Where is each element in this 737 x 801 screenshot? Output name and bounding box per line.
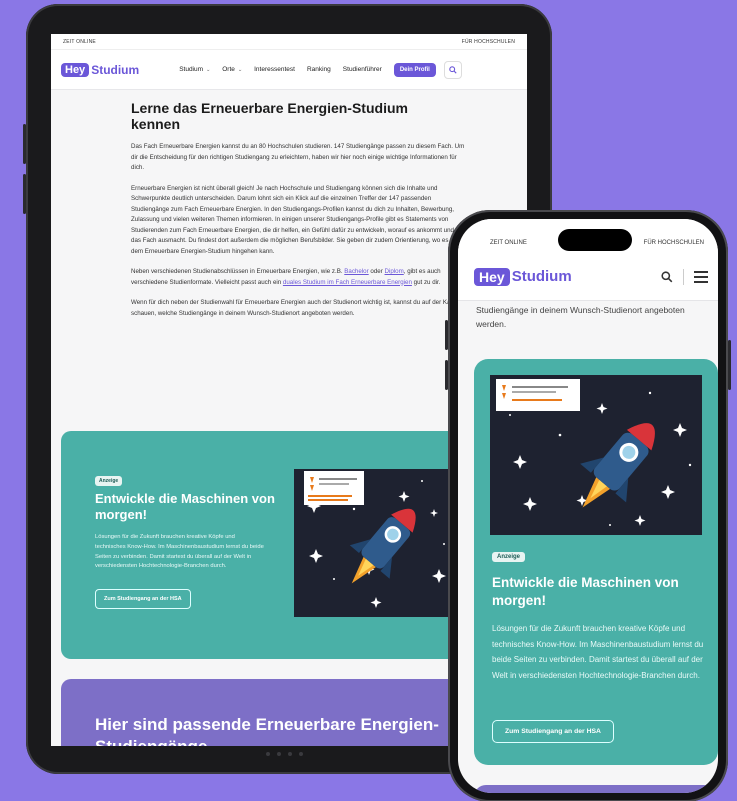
rocket-icon — [304, 471, 446, 608]
ad-title: Entwickle die Maschinen von morgen! — [95, 491, 275, 522]
logo-studium: Studium — [91, 62, 140, 77]
nav-menu: Studium ⌄ Orte ⌄ Interessentest Ranking St… — [179, 66, 382, 73]
article-paragraph: Das Fach Erneuerbare Energien kannst du … — [131, 143, 465, 171]
ad-title: Entwickle die Maschinen von morgen! — [492, 575, 679, 608]
hochschulen-link[interactable]: FÜR HOCHSCHULEN — [644, 240, 704, 246]
hochschulen-link[interactable]: FÜR HOCHSCHULEN — [462, 39, 515, 45]
results-section — [474, 785, 718, 793]
phone-power-button — [728, 340, 731, 390]
article-paragraph: Wenn für dich neben der Studienwahl für … — [131, 299, 458, 317]
profile-button[interactable]: Dein Profil — [393, 62, 436, 77]
menu-icon[interactable] — [694, 270, 708, 283]
dot — [266, 752, 270, 756]
tablet-camera-dots — [266, 752, 303, 756]
phone-screen: ZEIT ONLINE FÜR HOCHSCHULEN Hey Studium … — [458, 219, 718, 793]
search-icon[interactable] — [661, 270, 673, 283]
text-segment: gut zu dir. — [411, 278, 441, 286]
chevron-down-icon: ⌄ — [237, 66, 243, 73]
tablet-volume-button — [23, 174, 26, 214]
ad-banner: Anzeige Entwickle die Maschinen von morg… — [474, 359, 718, 765]
main-nav: Hey Studium — [458, 253, 718, 301]
nav-actions — [661, 268, 708, 285]
logo-hey: Hey — [61, 62, 90, 77]
divider — [683, 268, 684, 285]
article-text-fragment: Studiengänge in deinem Wunsch-Studienort… — [476, 305, 685, 329]
ad-badge: Anzeige — [95, 476, 123, 486]
ad-cta-button[interactable]: Zum Studiengang an der HSA — [95, 589, 191, 609]
chevron-down-icon: ⌄ — [206, 66, 211, 73]
dot — [288, 752, 292, 756]
dot — [277, 752, 281, 756]
tablet-volume-button — [23, 124, 26, 164]
ad-cta-button[interactable]: Zum Studiengang an der HSA — [492, 720, 614, 743]
phone-volume-button — [445, 320, 448, 350]
ad-text: Lösungen für die Zukunft brauchen kreati… — [95, 534, 264, 570]
logo[interactable]: Hey Studium — [61, 62, 140, 77]
logo-studium: Studium — [511, 268, 572, 285]
nav-item-interessentest[interactable]: Interessentest — [254, 66, 295, 73]
logo[interactable]: Hey Studium — [474, 267, 572, 286]
diplom-link[interactable]: Diplom — [385, 268, 404, 275]
phone-device: ZEIT ONLINE FÜR HOCHSCHULEN Hey Studium … — [445, 210, 731, 801]
main-nav: Hey Studium Studium ⌄ Orte ⌄ Interessentes… — [51, 50, 527, 90]
search-button[interactable] — [443, 60, 462, 79]
dot — [299, 752, 303, 756]
article-paragraph: Neben verschiedenen Studienabschlüssen i… — [131, 267, 467, 288]
rocket-icon — [496, 379, 692, 526]
nav-item-label: Orte — [222, 66, 235, 73]
ad-text: Lösungen für die Zukunft brauchen kreati… — [492, 624, 704, 680]
nav-item-studienfuehrer[interactable]: Studienführer — [343, 66, 382, 73]
ad-badge: Anzeige — [492, 552, 526, 562]
nav-item-studium[interactable]: Studium ⌄ — [179, 66, 210, 73]
dynamic-island — [558, 229, 632, 251]
page-title: Lerne das Erneuerbare Energien-Studium k… — [131, 100, 408, 132]
duales-studium-link[interactable]: duales Studium im Fach Erneuerbare Energ… — [283, 279, 412, 286]
text-segment: oder — [368, 268, 385, 275]
bachelor-link[interactable]: Bachelor — [344, 268, 368, 275]
logo-hey: Hey — [474, 267, 510, 286]
nav-item-label: Studium — [179, 66, 204, 73]
top-bar: ZEIT ONLINE FÜR HOCHSCHULEN — [51, 34, 527, 50]
phone-volume-button — [445, 360, 448, 390]
nav-item-ranking[interactable]: Ranking — [307, 66, 331, 73]
rocket-illustration — [490, 375, 702, 535]
article-paragraph: Erneuerbare Energien ist nicht überall g… — [131, 184, 467, 255]
text-segment: Neben verschiedenen Studienabschlüssen i… — [131, 268, 345, 275]
zeit-online-link[interactable]: ZEIT ONLINE — [63, 39, 96, 45]
rocket-illustration — [294, 469, 454, 617]
zeit-online-link[interactable]: ZEIT ONLINE — [490, 240, 527, 246]
nav-item-orte[interactable]: Orte ⌄ — [222, 66, 242, 73]
search-icon — [449, 65, 457, 74]
